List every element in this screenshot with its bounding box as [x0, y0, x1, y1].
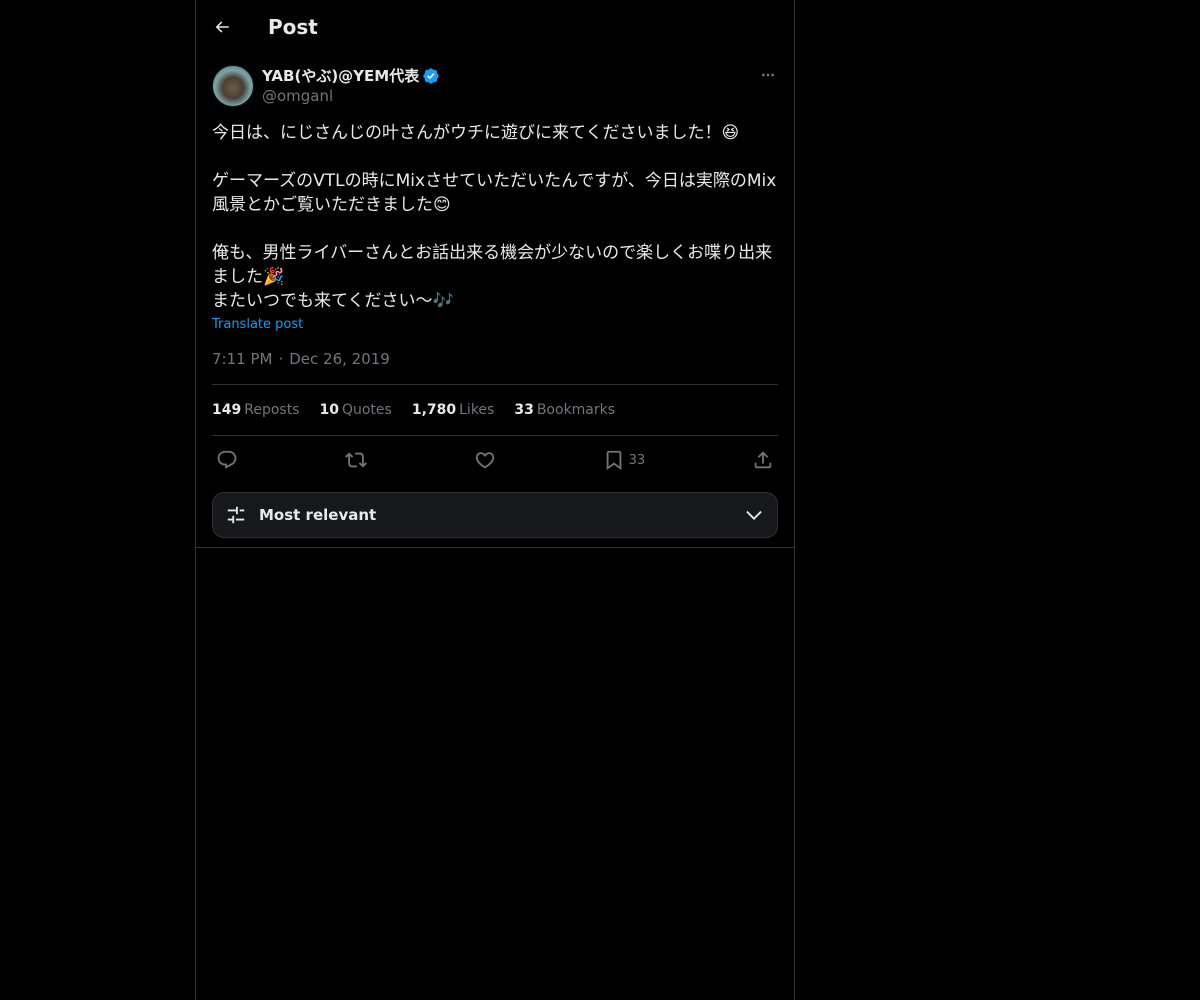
name-line: YAB(やぶ)@YEM代表	[262, 65, 440, 86]
heart-icon	[475, 452, 494, 469]
action-bar: 33	[212, 436, 778, 484]
reposts-count: 149	[212, 402, 242, 418]
bookmark-button[interactable]: 33	[603, 449, 646, 471]
post-stats: 149 Reposts 10 Quotes 1,780 Likes 33 Bookmar…	[212, 385, 778, 436]
quotes-label: Quotes	[341, 402, 392, 418]
separator-dot: ·	[278, 350, 284, 368]
repost-icon	[344, 452, 367, 468]
sliders-icon	[227, 506, 245, 524]
likes-label: Likes	[459, 402, 495, 418]
bookmarks-count: 33	[514, 402, 534, 418]
arrow-left-icon	[215, 20, 229, 33]
reply-sort-dropdown[interactable]: Most relevant	[212, 492, 778, 538]
page-title: Post	[268, 14, 318, 39]
section-divider	[196, 547, 794, 548]
translate-post-link[interactable]: Translate post	[212, 317, 303, 332]
bookmarks-stat[interactable]: 33 Bookmarks	[514, 402, 615, 418]
back-button[interactable]	[212, 17, 232, 37]
more-options-button[interactable]	[758, 65, 778, 85]
share-button[interactable]	[752, 449, 774, 471]
quotes-stat[interactable]: 10 Quotes	[319, 402, 391, 418]
bookmark-count: 33	[628, 452, 646, 468]
like-button[interactable]	[474, 449, 496, 471]
reposts-stat[interactable]: 149 Reposts	[212, 402, 299, 418]
author-row: YAB(やぶ)@YEM代表 @omganl	[212, 65, 778, 107]
author-meta: YAB(やぶ)@YEM代表 @omganl	[262, 65, 440, 105]
repost-button[interactable]	[344, 449, 367, 471]
top-bar: Post	[196, 0, 794, 53]
reply-button[interactable]	[216, 449, 238, 471]
main-column: Post YAB(やぶ)@YEM代表 @omganl 今日は、にじさんじの叶さん…	[195, 0, 795, 1000]
handle[interactable]: @omganl	[262, 87, 440, 105]
likes-count: 1,780	[411, 402, 457, 418]
sort-label: Most relevant	[259, 506, 377, 524]
chevron-down-icon	[746, 510, 762, 520]
quotes-count: 10	[319, 402, 339, 418]
avatar[interactable]	[212, 65, 254, 107]
display-name[interactable]: YAB(やぶ)@YEM代表	[262, 65, 419, 86]
reply-icon	[217, 450, 237, 469]
post-timestamp: 7:11 PM · Dec 26, 2019	[212, 350, 778, 385]
likes-stat[interactable]: 1,780 Likes	[412, 402, 495, 418]
more-dots-icon	[762, 73, 774, 77]
bookmark-icon	[606, 450, 621, 471]
reposts-label: Reposts	[244, 402, 300, 418]
post-date[interactable]: Dec 26, 2019	[289, 350, 390, 368]
post-time[interactable]: 7:11 PM	[212, 350, 272, 368]
bookmarks-label: Bookmarks	[536, 402, 616, 418]
verified-badge-icon	[423, 67, 439, 84]
share-icon	[754, 451, 772, 469]
post-text: 今日は、にじさんじの叶さんがウチに遊びに来てくださいました！😆 ゲーマーズのVT…	[212, 123, 777, 311]
post: YAB(やぶ)@YEM代表 @omganl 今日は、にじさんじの叶さんがウチに遊…	[196, 65, 794, 538]
